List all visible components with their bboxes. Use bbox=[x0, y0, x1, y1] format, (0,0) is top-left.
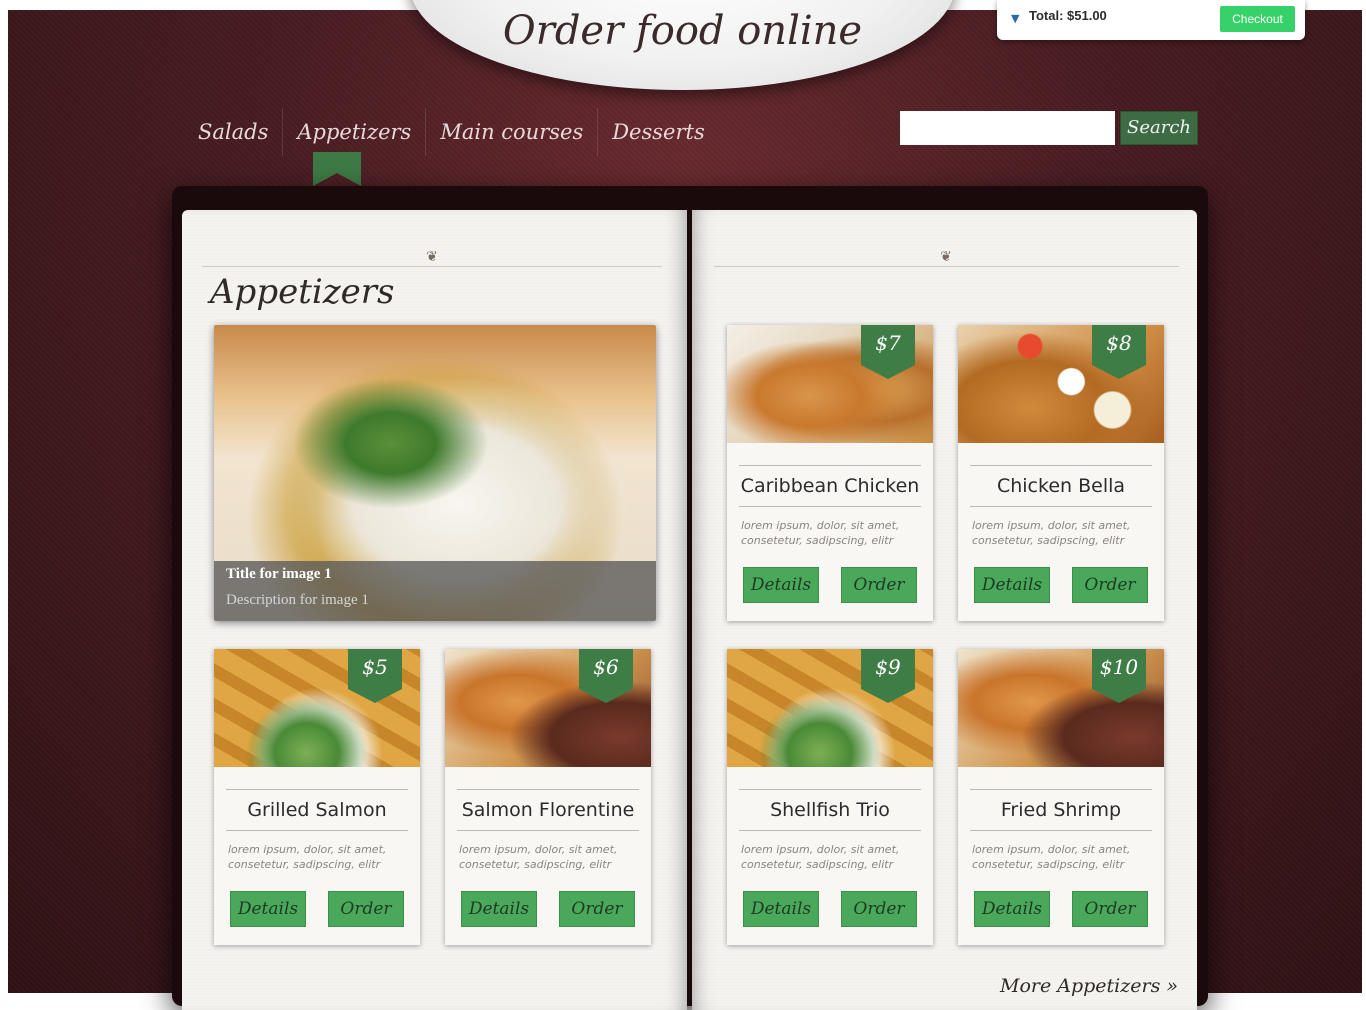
order-button[interactable]: Order bbox=[1072, 567, 1148, 603]
menu-card: $7 Caribbean Chicken lorem ipsum, dolor,… bbox=[727, 325, 933, 621]
search-button[interactable]: Search bbox=[1120, 111, 1198, 145]
menu-card: $8 Chicken Bella lorem ipsum, dolor, sit… bbox=[958, 325, 1164, 621]
divider bbox=[202, 266, 662, 267]
order-button[interactable]: Order bbox=[328, 891, 404, 927]
item-name: Chicken Bella bbox=[970, 465, 1152, 507]
order-button[interactable]: Order bbox=[841, 891, 917, 927]
section-title: Appetizers bbox=[210, 272, 395, 312]
search-input[interactable] bbox=[900, 111, 1115, 145]
details-button[interactable]: Details bbox=[230, 891, 306, 927]
item-description: lorem ipsum, dolor, sit amet, consetetur… bbox=[459, 843, 618, 871]
category-nav: Salads Appetizers Main courses Desserts bbox=[184, 108, 719, 156]
item-description: lorem ipsum, dolor, sit amet, consetetur… bbox=[972, 843, 1131, 871]
nav-item-main-courses[interactable]: Main courses bbox=[426, 108, 599, 156]
nav-item-desserts[interactable]: Desserts bbox=[598, 108, 719, 156]
caret-down-icon[interactable]: ▼ bbox=[1011, 12, 1019, 25]
details-button[interactable]: Details bbox=[974, 567, 1050, 603]
item-name: Grilled Salmon bbox=[226, 789, 408, 831]
item-name: Caribbean Chicken bbox=[739, 465, 921, 507]
details-button[interactable]: Details bbox=[974, 891, 1050, 927]
menu-card: $5 Grilled Salmon lorem ipsum, dolor, si… bbox=[214, 649, 420, 945]
checkout-button[interactable]: Checkout bbox=[1220, 6, 1295, 32]
slider-caption: Title for image 1 Description for image … bbox=[214, 561, 656, 621]
details-button[interactable]: Details bbox=[743, 567, 819, 603]
site-title: Order food online bbox=[502, 8, 863, 54]
order-button[interactable]: Order bbox=[559, 891, 635, 927]
caption-title: Title for image 1 bbox=[226, 566, 332, 582]
menu-card: $10 Fried Shrimp lorem ipsum, dolor, sit… bbox=[958, 649, 1164, 945]
caption-description: Description for image 1 bbox=[226, 592, 369, 608]
item-description: lorem ipsum, dolor, sit amet, consetetur… bbox=[741, 519, 900, 547]
order-button[interactable]: Order bbox=[841, 567, 917, 603]
item-name: Salmon Florentine bbox=[457, 789, 639, 831]
nav-item-appetizers[interactable]: Appetizers bbox=[283, 108, 427, 156]
item-description: lorem ipsum, dolor, sit amet, consetetur… bbox=[228, 843, 387, 871]
featured-slider[interactable]: Title for image 1 Description for image … bbox=[214, 325, 656, 621]
more-appetizers-link[interactable]: More Appetizers » bbox=[1000, 975, 1178, 997]
order-button[interactable]: Order bbox=[1072, 891, 1148, 927]
cart-panel: ▼ Total: $51.00 Checkout bbox=[997, 0, 1305, 40]
details-button[interactable]: Details bbox=[743, 891, 819, 927]
item-description: lorem ipsum, dolor, sit amet, consetetur… bbox=[972, 519, 1131, 547]
nav-item-salads[interactable]: Salads bbox=[184, 108, 284, 156]
cart-total: Total: $51.00 bbox=[1029, 8, 1107, 23]
flourish-icon: ❦ bbox=[940, 249, 952, 265]
item-description: lorem ipsum, dolor, sit amet, consetetur… bbox=[741, 843, 900, 871]
menu-card: $9 Shellfish Trio lorem ipsum, dolor, si… bbox=[727, 649, 933, 945]
item-name: Shellfish Trio bbox=[739, 789, 921, 831]
menu-card: $6 Salmon Florentine lorem ipsum, dolor,… bbox=[445, 649, 651, 945]
divider bbox=[714, 266, 1179, 267]
details-button[interactable]: Details bbox=[461, 891, 537, 927]
item-name: Fried Shrimp bbox=[970, 789, 1152, 831]
flourish-icon: ❦ bbox=[426, 249, 438, 265]
